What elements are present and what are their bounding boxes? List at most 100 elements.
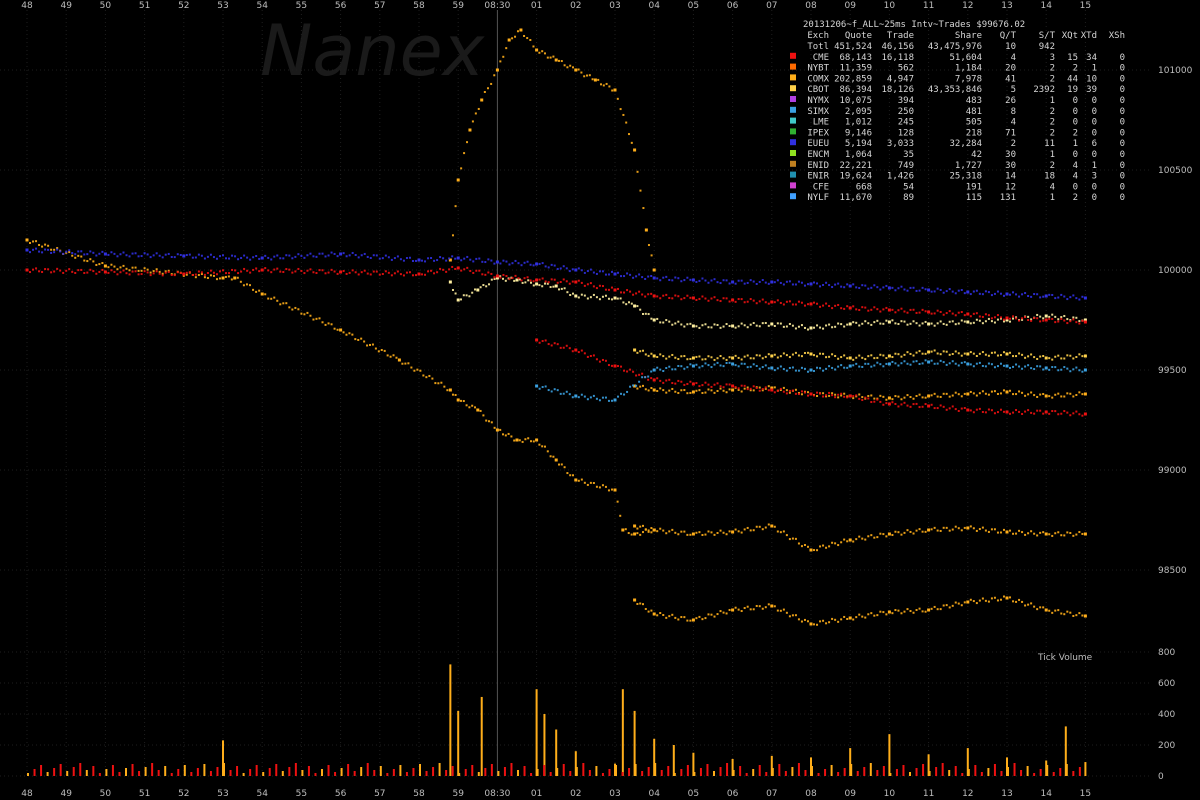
trail-point xyxy=(258,270,261,273)
trail-point xyxy=(1030,602,1033,605)
trail-point xyxy=(656,377,659,380)
trail-point xyxy=(1078,322,1081,325)
trail-point xyxy=(481,260,484,263)
trail-point xyxy=(885,613,888,616)
trail-point xyxy=(930,359,933,362)
trail-point xyxy=(683,297,686,300)
legend-cell: 0 xyxy=(1120,118,1125,128)
trail-point xyxy=(993,390,996,393)
trail-point xyxy=(161,256,164,259)
volume-baseline-bar xyxy=(980,772,983,776)
trail-point xyxy=(716,613,719,616)
volume-baseline-bar xyxy=(419,764,421,776)
trail-point xyxy=(1033,532,1036,535)
trail-point xyxy=(740,298,743,301)
data-point xyxy=(448,280,452,284)
x-tick-label-bottom: 54 xyxy=(256,789,268,799)
volume-baseline-bar xyxy=(399,765,402,776)
trail-point xyxy=(282,302,285,305)
trail-point xyxy=(677,379,680,382)
trail-point xyxy=(454,394,457,397)
trail-point xyxy=(701,277,704,280)
trail-point xyxy=(767,324,770,327)
x-tick-label-top: 59 xyxy=(452,1,464,11)
trail-point xyxy=(806,283,809,286)
trail-point xyxy=(1030,367,1033,370)
trail-point xyxy=(734,606,737,609)
trail-point xyxy=(954,525,957,528)
legend-cell: 71 xyxy=(1005,128,1016,138)
x-tick-label-top: 48 xyxy=(21,1,33,11)
trail-point xyxy=(891,286,894,289)
trail-point xyxy=(879,400,882,403)
trail-point xyxy=(993,292,996,295)
legend-cell: 2 xyxy=(1073,64,1078,74)
data-point xyxy=(1083,296,1087,300)
trail-point xyxy=(592,293,595,296)
trail-point xyxy=(948,362,951,365)
trail-point xyxy=(285,268,288,271)
trail-point xyxy=(813,326,816,329)
trail-point xyxy=(831,353,834,356)
trail-point xyxy=(294,270,297,273)
trail-point xyxy=(665,357,668,360)
trail-point xyxy=(511,276,514,279)
legend-cell: 562 xyxy=(898,64,914,74)
trail-point xyxy=(713,363,716,366)
trail-point xyxy=(647,313,650,316)
volume-baseline-bar xyxy=(275,764,278,776)
trail-point xyxy=(852,395,855,398)
trail-point xyxy=(924,310,927,313)
trail-point xyxy=(695,298,698,301)
trail-point xyxy=(485,285,488,288)
trail-point xyxy=(785,354,788,357)
trail-point xyxy=(1033,317,1036,320)
trail-point xyxy=(636,387,639,390)
trail-point xyxy=(378,273,381,276)
trail-point xyxy=(761,366,764,369)
trail-point xyxy=(701,365,704,368)
data-point xyxy=(613,272,617,276)
legend-cell: 483 xyxy=(966,96,982,106)
trail-point xyxy=(984,353,987,356)
trail-point xyxy=(1054,532,1057,535)
trail-point xyxy=(215,273,218,276)
x-tick-label-bottom: 14 xyxy=(1040,789,1052,799)
data-point xyxy=(1083,320,1087,324)
trail-point xyxy=(477,107,480,110)
trail-point xyxy=(77,269,80,272)
volume-baseline-bar xyxy=(974,765,977,776)
trail-point xyxy=(876,356,879,359)
data-point xyxy=(1044,314,1048,318)
legend-cell: 191 xyxy=(966,182,982,192)
trail-point xyxy=(647,529,650,532)
data-point xyxy=(652,318,656,322)
trail-point xyxy=(948,310,951,313)
trail-point xyxy=(993,366,996,369)
trail-point xyxy=(671,297,674,300)
trail-point xyxy=(885,357,888,360)
trail-point xyxy=(909,363,912,366)
trail-point xyxy=(107,253,110,256)
trail-point xyxy=(600,83,602,86)
trail-point xyxy=(701,358,704,361)
trail-point xyxy=(791,366,794,369)
trail-point xyxy=(840,307,843,310)
trail-point xyxy=(900,398,903,401)
trail-point xyxy=(773,324,776,327)
trail-point xyxy=(502,277,504,280)
trail-point xyxy=(788,391,791,394)
trail-point xyxy=(1042,295,1045,298)
trail-point xyxy=(912,286,915,289)
legend-cell: 2 xyxy=(1073,193,1078,203)
trail-point xyxy=(825,394,828,397)
trail-point xyxy=(978,361,981,364)
trail-point xyxy=(951,320,954,323)
trail-point xyxy=(755,324,758,327)
trail-point xyxy=(758,605,761,608)
volume-baseline-bar xyxy=(1013,763,1016,776)
trail-point xyxy=(785,611,788,614)
legend-cell: 202,859 xyxy=(834,74,872,84)
trail-point xyxy=(837,396,840,399)
trail-point xyxy=(586,297,589,300)
